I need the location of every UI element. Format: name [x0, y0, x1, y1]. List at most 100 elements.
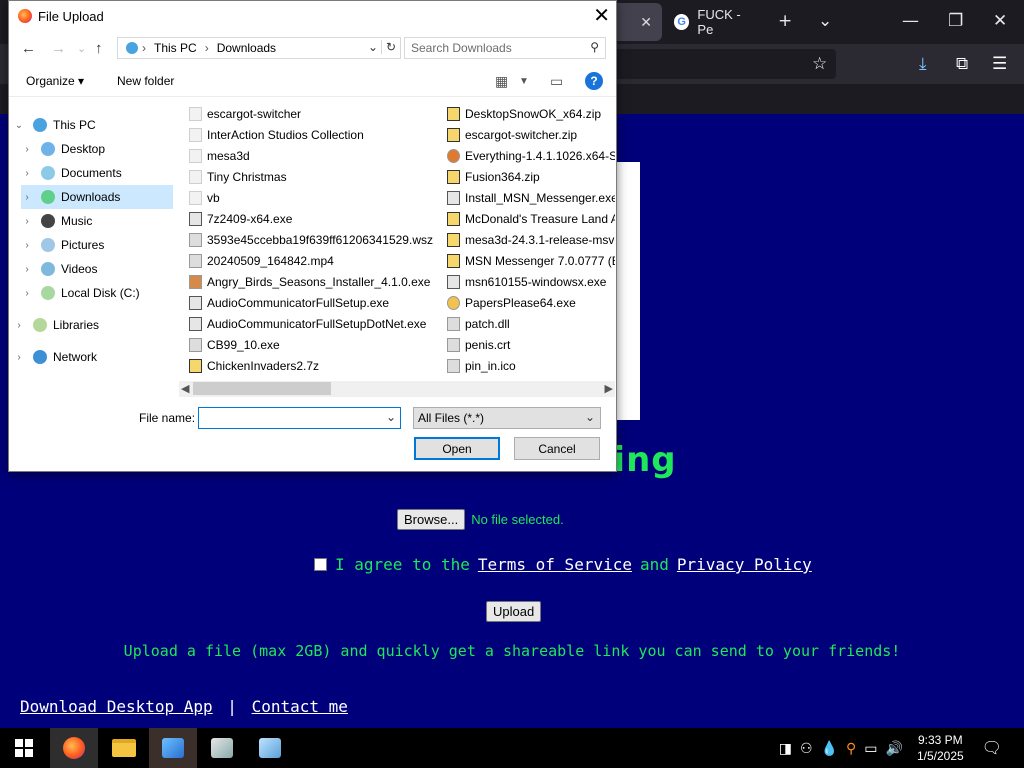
search-everything-icon[interactable]: ⚲ — [846, 740, 856, 757]
back-arrow-icon[interactable]: ← — [21, 39, 36, 59]
chevron-right-icon[interactable]: › — [21, 168, 33, 179]
tab-second[interactable]: G FUCK - Pe — [664, 3, 768, 41]
list-item[interactable]: Install_MSN_Messenger.exe — [447, 187, 615, 208]
dialog-titlebar[interactable]: File Upload ✕ — [9, 1, 616, 32]
sidebar-item-downloads[interactable]: › Downloads — [21, 185, 173, 209]
list-item[interactable]: msn610155-windowsx.exe — [447, 271, 615, 292]
upload-button[interactable]: Upload — [486, 601, 542, 622]
droplet-icon[interactable]: 💧 — [821, 740, 838, 757]
bookmark-star-icon[interactable]: ☆ — [812, 53, 827, 75]
list-item[interactable]: ChickenInvaders2.7z — [189, 355, 433, 376]
help-icon[interactable]: ? — [585, 72, 603, 90]
open-button[interactable]: Open — [414, 437, 500, 460]
window-close-icon[interactable]: ✕ — [993, 10, 1007, 32]
list-item[interactable]: escargot-switcher.zip — [447, 124, 615, 145]
list-item[interactable]: mesa3d-24.3.1-release-msvc.7 — [447, 229, 615, 250]
list-item[interactable]: Fusion364.zip — [447, 166, 615, 187]
privacy-link[interactable]: Privacy Policy — [677, 555, 812, 574]
people-icon[interactable]: ⚇ — [800, 740, 813, 757]
taskbar-app-1[interactable] — [149, 728, 197, 768]
chevron-right-icon[interactable]: › — [21, 264, 33, 275]
taskbar-firefox[interactable] — [50, 728, 98, 768]
search-input[interactable]: Search Downloads ⚲ — [404, 37, 606, 59]
scroll-left-icon[interactable]: ◀ — [181, 381, 189, 397]
extensions-icon[interactable]: ⧉ — [956, 53, 968, 75]
list-item[interactable]: PapersPlease64.exe — [447, 292, 615, 313]
volume-mixer-icon[interactable]: ◨ — [779, 740, 792, 757]
list-item[interactable]: vb — [189, 187, 433, 208]
list-item[interactable]: 3593e45ccebba19f639ff61206341529.wsz — [189, 229, 433, 250]
list-item[interactable]: penis.crt — [447, 334, 615, 355]
speaker-icon[interactable]: 🔊 — [886, 740, 903, 757]
downloads-icon[interactable]: ⤓ — [919, 53, 927, 75]
terms-link[interactable]: Terms of Service — [478, 555, 632, 574]
chevron-down-icon[interactable]: ▼ — [519, 76, 529, 87]
download-app-link[interactable]: Download Desktop App — [20, 697, 213, 716]
sidebar-item-pictures[interactable]: › Pictures — [21, 233, 177, 257]
network-icon[interactable]: ▭ — [864, 740, 877, 757]
taskbar-file-explorer[interactable] — [100, 728, 148, 768]
tab-list-icon[interactable]: ⌄ — [818, 10, 832, 32]
chevron-right-icon[interactable]: › — [21, 144, 33, 155]
scrollbar-thumb[interactable] — [193, 382, 331, 395]
close-icon[interactable]: ✕ — [593, 4, 610, 28]
sidebar-item-this-pc[interactable]: ⌄ This PC — [13, 113, 169, 137]
sidebar-item-documents[interactable]: › Documents — [21, 161, 177, 185]
forward-arrow-icon[interactable]: → — [51, 39, 66, 59]
organize-button[interactable]: Organize ▾ — [26, 74, 84, 88]
chevron-right-icon[interactable]: › — [21, 240, 33, 251]
preview-pane-icon[interactable]: ▭ — [550, 73, 563, 90]
start-button[interactable] — [0, 728, 48, 768]
restore-icon[interactable]: ❐ — [948, 10, 963, 32]
list-item[interactable]: Everything-1.4.1.1026.x64-Setu — [447, 145, 615, 166]
chevron-right-icon[interactable]: › — [21, 216, 33, 227]
sidebar-item-libraries[interactable]: › Libraries — [13, 313, 169, 337]
chevron-right-icon[interactable]: › — [13, 352, 25, 363]
chevron-right-icon[interactable]: › — [21, 288, 33, 299]
list-item[interactable]: patch.dll — [447, 313, 615, 334]
chevron-down-icon[interactable]: ⌄ — [368, 40, 378, 54]
list-item[interactable]: Angry_Birds_Seasons_Installer_4.1.0.exe — [189, 271, 433, 292]
menu-icon[interactable]: ☰ — [992, 53, 1007, 75]
chevron-right-icon[interactable]: › — [13, 320, 25, 331]
list-item[interactable]: 7z2409-x64.exe — [189, 208, 433, 229]
list-item[interactable]: MSN Messenger 7.0.0777 (Eng — [447, 250, 615, 271]
file-type-select[interactable]: All Files (*.*) ⌄ — [413, 407, 601, 429]
list-item[interactable]: McDonald's Treasure Land Ad — [447, 208, 615, 229]
new-tab-icon[interactable]: + — [778, 10, 792, 32]
up-arrow-icon[interactable]: ↑ — [95, 39, 103, 59]
list-item[interactable]: InterAction Studios Collection — [189, 124, 433, 145]
scroll-right-icon[interactable]: ▶ — [605, 381, 613, 397]
sidebar-item-local-disk[interactable]: › Local Disk (C:) — [21, 281, 177, 305]
chevron-down-icon[interactable]: ⌄ — [13, 120, 25, 131]
list-item[interactable]: pin_in.ico — [447, 355, 615, 376]
sidebar-item-videos[interactable]: › Videos — [21, 257, 177, 281]
minimize-icon[interactable]: — — [902, 10, 919, 32]
clock[interactable]: 9:33 PM 1/5/2025 — [917, 732, 964, 764]
chevron-down-icon[interactable]: ⌄ — [386, 410, 396, 424]
contact-link[interactable]: Contact me — [252, 697, 348, 716]
list-item[interactable]: AudioCommunicatorFullSetupDotNet.exe — [189, 313, 433, 334]
list-item[interactable]: DesktopSnowOK_x64.zip — [447, 103, 615, 124]
file-name-input[interactable]: ⌄ — [198, 407, 401, 429]
chevron-down-icon[interactable]: ⌄ — [77, 39, 86, 59]
horizontal-scrollbar[interactable]: ◀ ▶ — [179, 381, 615, 397]
refresh-icon[interactable]: ↻ — [380, 40, 396, 54]
view-options-icon[interactable]: ▦ — [495, 73, 508, 90]
notification-icon[interactable]: 🗨 — [982, 738, 1002, 758]
new-folder-button[interactable]: New folder — [117, 74, 174, 88]
taskbar-app-2[interactable] — [198, 728, 246, 768]
sidebar-item-desktop[interactable]: › Desktop — [21, 137, 177, 161]
list-item[interactable]: mesa3d — [189, 145, 433, 166]
address-root[interactable]: This PC — [154, 41, 197, 55]
list-item[interactable]: 20240509_164842.mp4 — [189, 250, 433, 271]
list-item[interactable]: escargot-switcher — [189, 103, 433, 124]
list-item[interactable]: Tiny Christmas — [189, 166, 433, 187]
address-bar[interactable]: › This PC › Downloads ⌄ ↻ — [117, 37, 401, 59]
address-folder[interactable]: Downloads — [217, 41, 276, 55]
browse-button[interactable]: Browse... — [397, 509, 466, 530]
list-item[interactable]: CB99_10.exe — [189, 334, 433, 355]
chevron-right-icon[interactable]: › — [21, 192, 33, 203]
cancel-button[interactable]: Cancel — [514, 437, 600, 460]
close-icon[interactable]: ✕ — [640, 14, 652, 31]
